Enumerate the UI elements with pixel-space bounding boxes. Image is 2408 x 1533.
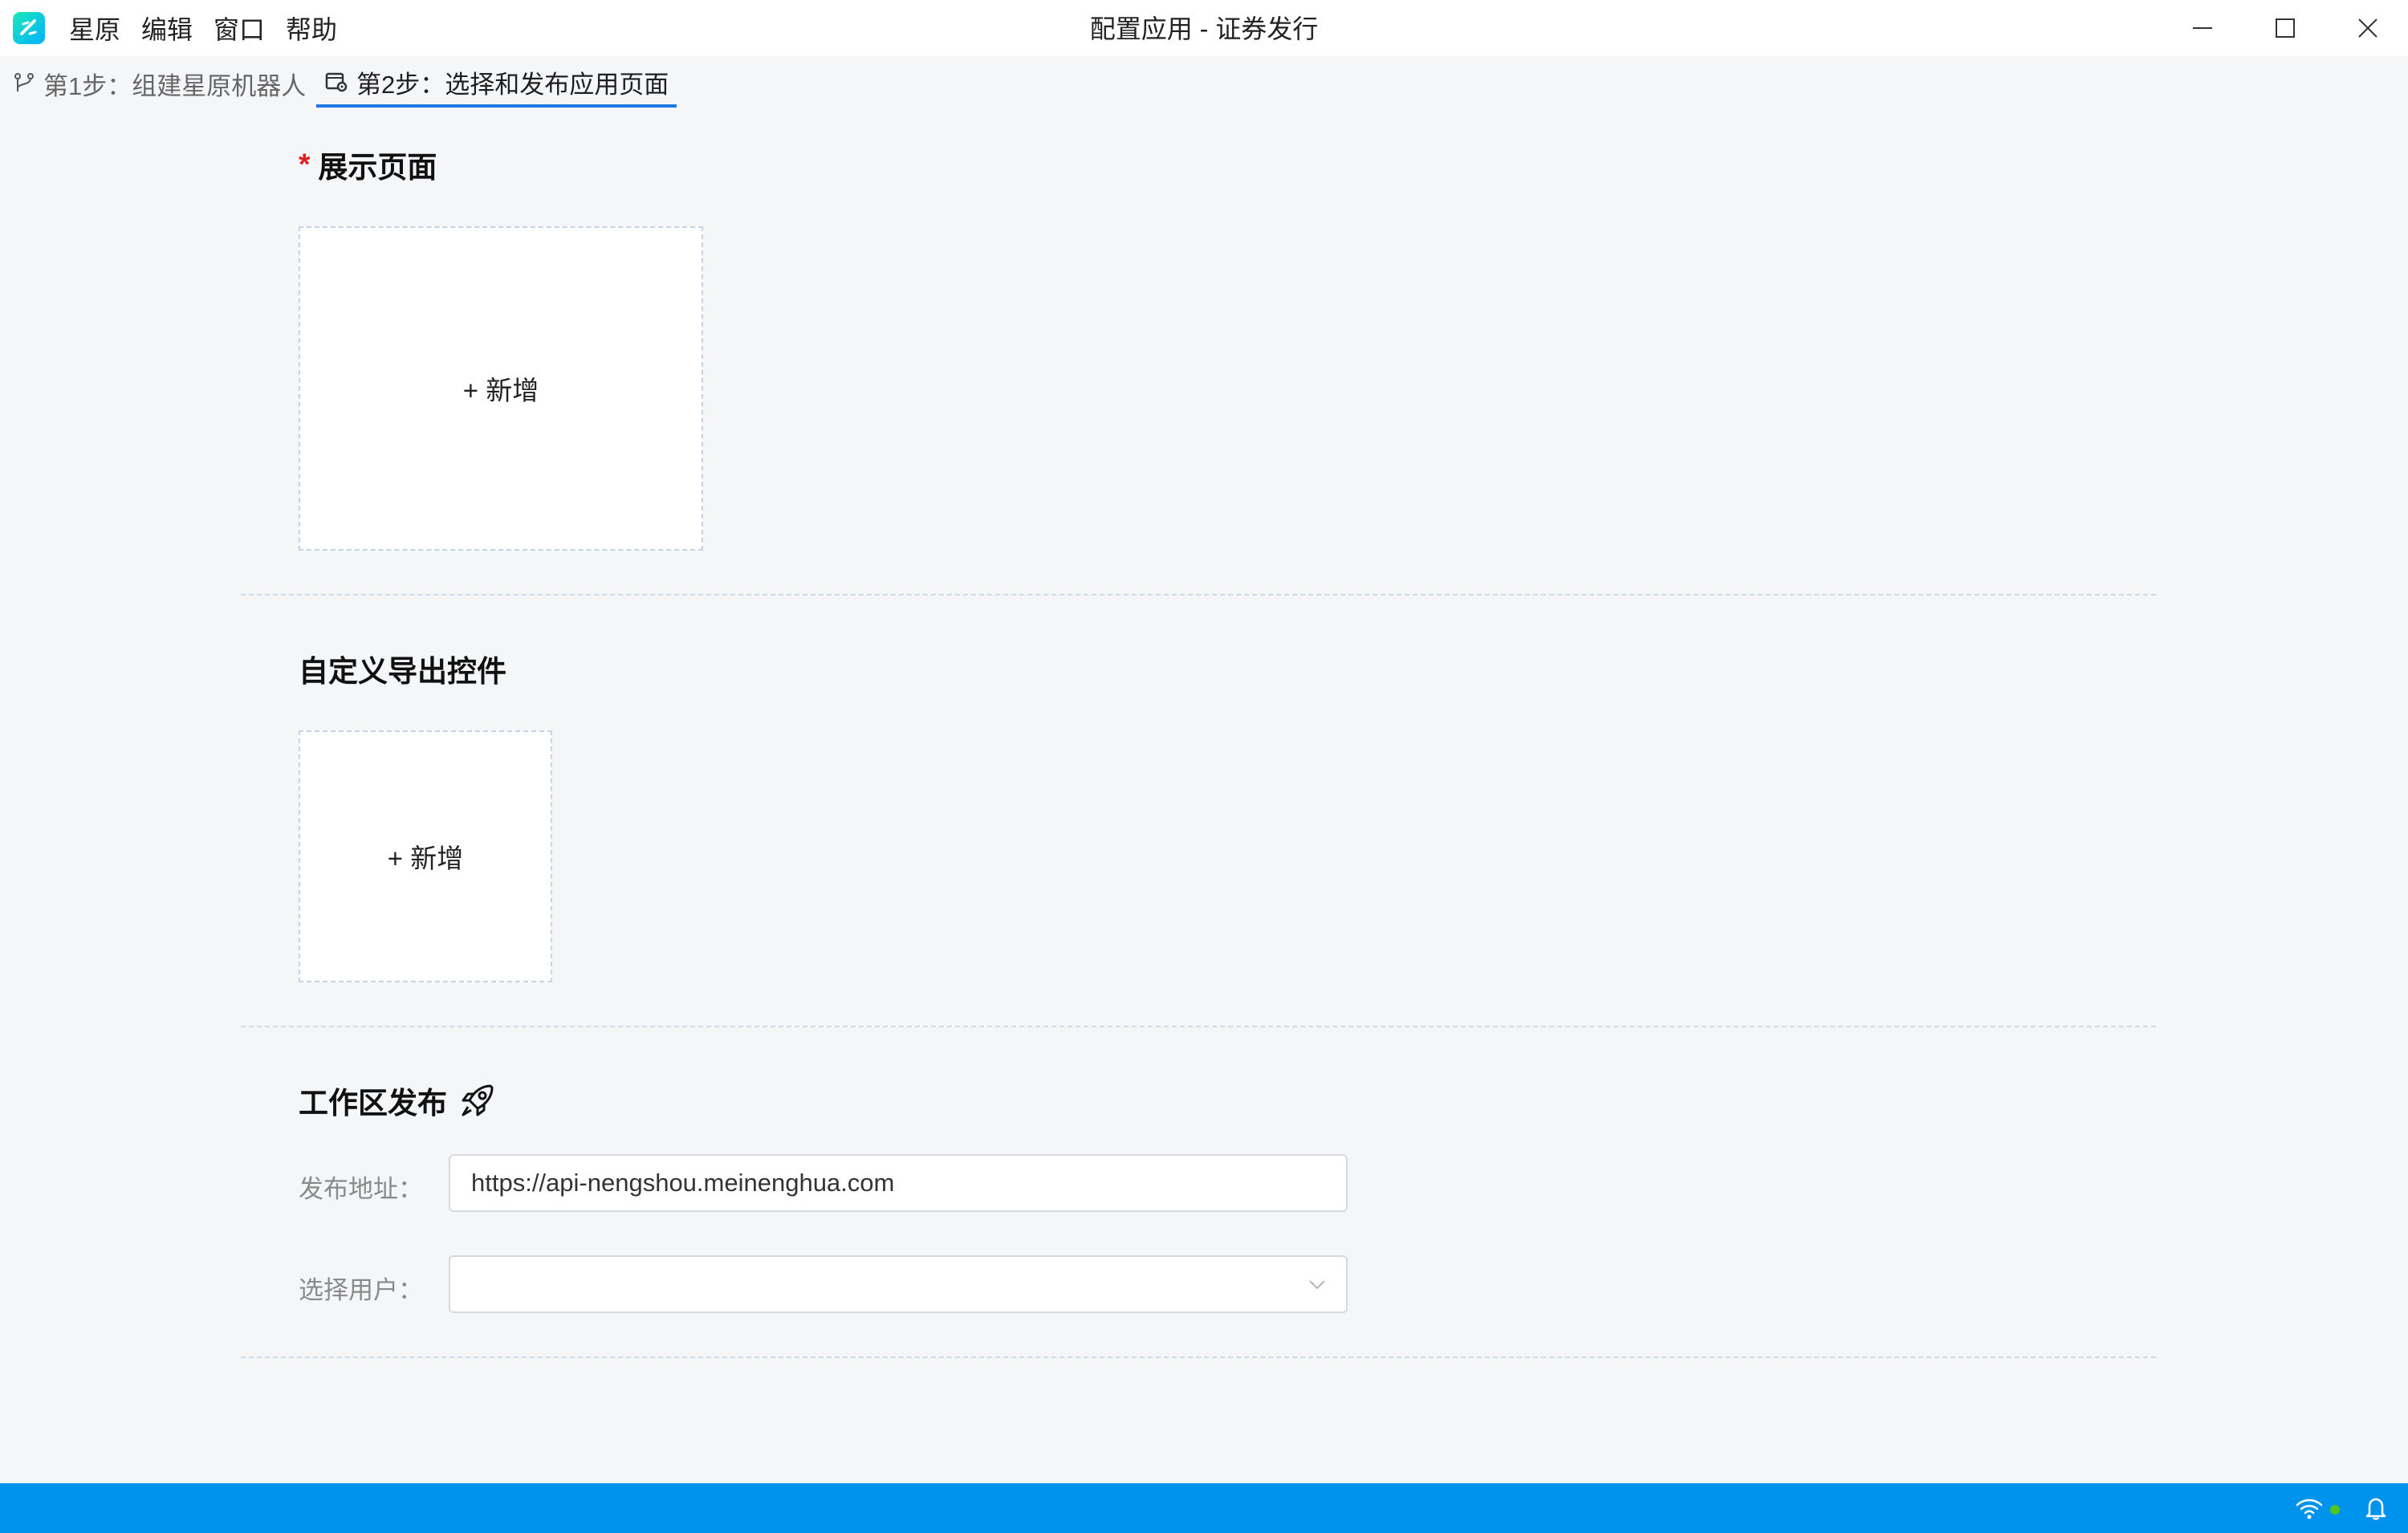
title-bar: 星原 编辑 窗口 帮助 配置应用 - 证券发行	[0, 0, 2408, 56]
workspace-publish-title-text: 工作区发布	[299, 1087, 447, 1120]
menu-item-help[interactable]: 帮助	[286, 10, 337, 47]
publish-address-value: https://api-nengshou.meinenghua.com	[471, 1169, 895, 1197]
chevron-down-icon	[1309, 1280, 1325, 1290]
minimize-button[interactable]	[2162, 0, 2243, 56]
add-display-page-button[interactable]: + 新增	[299, 226, 703, 551]
window-title: 配置应用 - 证券发行	[1089, 14, 1319, 43]
required-mark: *	[299, 148, 311, 181]
workspace-publish-title: 工作区发布	[299, 1079, 497, 1122]
minimize-icon	[2193, 27, 2212, 29]
custom-export-title: 自定义导出控件	[299, 647, 506, 690]
display-page-title-text: 展示页面	[318, 151, 437, 184]
custom-export-title-text: 自定义导出控件	[299, 655, 506, 688]
add-display-page-label: + 新增	[462, 376, 539, 405]
connection-status-dot	[2330, 1505, 2340, 1515]
maximize-button[interactable]	[2245, 0, 2325, 56]
menu-item-edit[interactable]: 编辑	[141, 10, 193, 47]
display-page-title: * 展示页面	[299, 143, 437, 186]
add-custom-export-button[interactable]: + 新增	[299, 730, 552, 982]
menu-item-window[interactable]: 窗口	[214, 10, 265, 47]
add-custom-export-label: + 新增	[387, 844, 464, 873]
publish-address-field[interactable]: https://api-nengshou.meinenghua.com	[449, 1154, 1348, 1212]
section-divider	[241, 1026, 2156, 1027]
select-user-label: 选择用户：	[299, 1276, 423, 1304]
tab-step-2[interactable]: 第2步：选择和发布应用页面	[316, 59, 677, 108]
step-tab-bar: 第1步：组建星原机器人 第2步：选择和发布应用页面	[0, 56, 2408, 109]
wifi-icon[interactable]	[2296, 1498, 2323, 1520]
maximize-icon	[2276, 18, 2295, 38]
section-divider	[241, 594, 2156, 596]
branch-icon	[14, 73, 34, 91]
select-user-dropdown[interactable]	[449, 1255, 1348, 1313]
bell-icon[interactable]	[2365, 1496, 2387, 1520]
main-content: * 展示页面 + 新增 自定义导出控件 + 新增 工作区发布 发布地址： htt…	[0, 109, 2408, 1483]
close-icon	[2358, 18, 2377, 38]
status-bar	[0, 1483, 2408, 1533]
page-settings-icon	[325, 72, 348, 92]
close-button[interactable]	[2328, 0, 2408, 56]
tab-step-2-label: 第2步：选择和发布应用页面	[356, 70, 669, 99]
menu-item-xingyuan[interactable]: 星原	[69, 10, 120, 47]
tab-step-1[interactable]: 第1步：组建星原机器人	[5, 59, 314, 108]
publish-address-label: 发布地址：	[299, 1175, 423, 1203]
tab-step-1-label: 第1步：组建星原机器人	[43, 71, 307, 100]
rocket-icon	[462, 1084, 494, 1116]
menu-bar: 星原 编辑 窗口 帮助	[69, 0, 358, 56]
section-divider	[241, 1356, 2156, 1358]
app-logo-icon[interactable]	[13, 12, 45, 44]
